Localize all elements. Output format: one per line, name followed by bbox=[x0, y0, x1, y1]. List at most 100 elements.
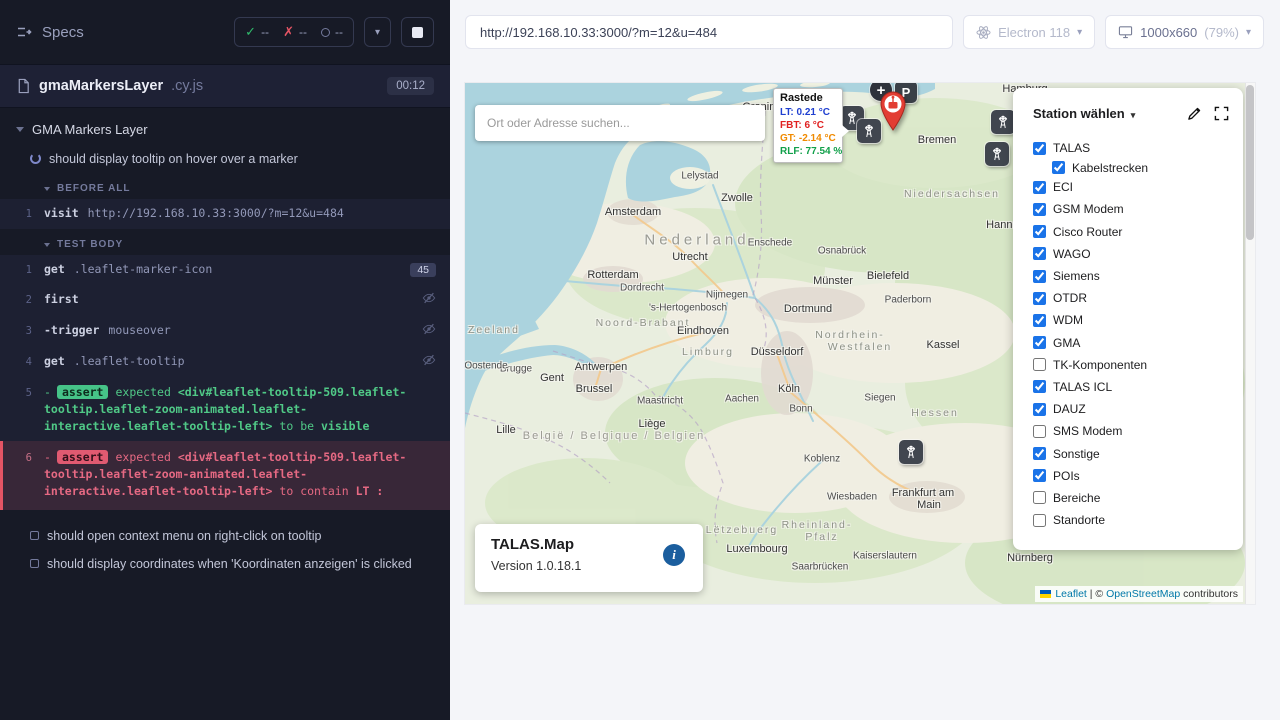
station-filter-label: GMA bbox=[1053, 336, 1080, 350]
specs-menu-icon[interactable] bbox=[16, 24, 32, 40]
station-filter-checkbox[interactable] bbox=[1033, 142, 1046, 155]
info-icon[interactable]: i bbox=[663, 544, 685, 566]
url-bar[interactable]: http://192.168.10.33:3000/?m=12&u=484 bbox=[465, 15, 953, 49]
station-filter-item[interactable]: Kabelstrecken bbox=[1052, 159, 1229, 176]
command-row[interactable]: 1 get .leaflet-marker-icon 45 bbox=[0, 255, 450, 285]
active-test-row[interactable]: should display tooltip on hover over a m… bbox=[0, 145, 450, 173]
station-filter-item[interactable]: Bereiche bbox=[1033, 487, 1229, 509]
station-filter-item[interactable]: SMS Modem bbox=[1033, 420, 1229, 442]
station-filter-checkbox[interactable] bbox=[1033, 358, 1046, 371]
station-filter-label: SMS Modem bbox=[1053, 424, 1122, 438]
about-card: TALAS.Map Version 1.0.18.1 i bbox=[475, 524, 703, 592]
test-stats[interactable]: ✓ -- ✗ -- -- bbox=[234, 17, 354, 47]
station-filter-item[interactable]: POIs bbox=[1033, 465, 1229, 487]
before-all-section[interactable]: BEFORE ALL bbox=[0, 173, 450, 199]
station-filter-label: WAGO bbox=[1053, 247, 1091, 261]
station-filter-item[interactable]: Sonstige bbox=[1033, 442, 1229, 464]
station-select-dropdown[interactable]: Station wählen▾ bbox=[1033, 106, 1135, 121]
station-filter-checkbox[interactable] bbox=[1033, 380, 1046, 393]
command-row[interactable]: 3 -trigger mouseover bbox=[0, 316, 450, 347]
command-row[interactable]: 2 first bbox=[0, 285, 450, 316]
station-marker[interactable] bbox=[991, 110, 1015, 134]
command-row[interactable]: 4 get .leaflet-tooltip bbox=[0, 347, 450, 378]
section-label: TEST BODY bbox=[57, 239, 123, 250]
command-message: .leaflet-tooltip bbox=[74, 353, 185, 370]
station-filter-checkbox[interactable] bbox=[1033, 403, 1046, 416]
specs-title[interactable]: Specs bbox=[42, 24, 84, 41]
edit-pencil-icon[interactable] bbox=[1187, 106, 1202, 121]
test-title: should open context menu on right-click … bbox=[47, 529, 321, 543]
station-filter-item[interactable]: Siemens bbox=[1033, 265, 1229, 287]
station-filter-checkbox[interactable] bbox=[1033, 270, 1046, 283]
suite-row[interactable]: GMA Markers Layer bbox=[0, 108, 450, 145]
station-filter-item[interactable]: WDM bbox=[1033, 309, 1229, 331]
fullscreen-expand-icon[interactable] bbox=[1214, 106, 1229, 121]
station-filter-checkbox[interactable] bbox=[1033, 292, 1046, 305]
osm-link[interactable]: OpenStreetMap bbox=[1106, 588, 1180, 600]
section-label: BEFORE ALL bbox=[57, 183, 131, 194]
station-filter-checkbox[interactable] bbox=[1033, 491, 1046, 504]
station-filter-item[interactable]: Cisco Router bbox=[1033, 221, 1229, 243]
station-filter-checkbox[interactable] bbox=[1033, 447, 1046, 460]
test-body-section[interactable]: TEST BODY bbox=[0, 229, 450, 255]
station-filter-item[interactable]: OTDR bbox=[1033, 287, 1229, 309]
app-title: TALAS.Map bbox=[491, 536, 687, 553]
station-filter-checkbox[interactable] bbox=[1033, 247, 1046, 260]
scrollbar-thumb[interactable] bbox=[1246, 85, 1254, 240]
chevron-down-icon: ▾ bbox=[375, 27, 380, 38]
station-filter-item[interactable]: GSM Modem bbox=[1033, 198, 1229, 220]
command-number: 1 bbox=[0, 205, 44, 223]
eye-slash-icon bbox=[422, 291, 436, 305]
station-filter-checkbox[interactable] bbox=[1033, 336, 1046, 349]
stop-run-button[interactable] bbox=[401, 17, 434, 47]
station-filter-checkbox[interactable] bbox=[1033, 514, 1046, 527]
hovered-gma-marker[interactable] bbox=[878, 91, 908, 136]
run-controls: ✓ -- ✗ -- -- ▾ bbox=[234, 17, 434, 47]
viewport-selector[interactable]: 1000x660 (79%) ▾ bbox=[1105, 15, 1264, 49]
assert-failed-row[interactable]: 6 -assertexpected <div#leaflet-tooltip-5… bbox=[0, 441, 450, 510]
pending-test-row[interactable]: should open context menu on right-click … bbox=[0, 522, 450, 550]
station-filter-item[interactable]: TALAS bbox=[1033, 137, 1229, 159]
pending-stat: -- bbox=[321, 25, 343, 39]
browser-label: Electron 118 bbox=[998, 25, 1070, 40]
station-filter-checkbox[interactable] bbox=[1033, 225, 1046, 238]
station-filter-item[interactable]: GMA bbox=[1033, 332, 1229, 354]
station-filter-label: TALAS bbox=[1053, 141, 1090, 155]
station-filter-panel: Station wählen▾ bbox=[1013, 88, 1243, 550]
station-filter-checkbox[interactable] bbox=[1033, 314, 1046, 327]
command-number: 4 bbox=[0, 353, 44, 371]
station-filter-checkbox[interactable] bbox=[1033, 425, 1046, 438]
station-filter-label: Sonstige bbox=[1053, 447, 1100, 461]
suite-title: GMA Markers Layer bbox=[32, 122, 148, 137]
preferences-dropdown-button[interactable]: ▾ bbox=[364, 17, 391, 47]
command-message: .leaflet-marker-icon bbox=[74, 261, 212, 278]
spec-file-row[interactable]: gmaMarkersLayer.cy.js 00:12 bbox=[0, 64, 450, 108]
station-marker[interactable] bbox=[899, 440, 923, 464]
cypress-sidebar: Specs ✓ -- ✗ -- -- bbox=[0, 0, 450, 720]
station-marker[interactable] bbox=[985, 142, 1009, 166]
station-filter-checkbox[interactable] bbox=[1033, 181, 1046, 194]
station-filter-item[interactable]: ECI bbox=[1033, 176, 1229, 198]
command-number: 3 bbox=[0, 322, 44, 340]
aut-panel: http://192.168.10.33:3000/?m=12&u=484 El… bbox=[450, 0, 1280, 720]
station-filter-item[interactable]: TALAS ICL bbox=[1033, 376, 1229, 398]
station-filter-item[interactable]: DAUZ bbox=[1033, 398, 1229, 420]
station-filter-checkbox[interactable] bbox=[1033, 203, 1046, 216]
passed-count: -- bbox=[261, 25, 269, 39]
station-filter-label: Bereiche bbox=[1053, 491, 1100, 505]
browser-selector[interactable]: Electron 118 ▾ bbox=[963, 15, 1095, 49]
leaflet-link[interactable]: Leaflet bbox=[1055, 588, 1087, 600]
station-filter-item[interactable]: TK-Komponenten bbox=[1033, 354, 1229, 376]
pending-test-row[interactable]: should display coordinates when 'Koordin… bbox=[0, 550, 450, 578]
search-input[interactable] bbox=[475, 105, 765, 141]
station-filter-item[interactable]: Standorte bbox=[1033, 509, 1229, 531]
station-filter-label: TK-Komponenten bbox=[1053, 358, 1147, 372]
assertion-text: -assertexpected <div#leaflet-tooltip-509… bbox=[44, 449, 436, 500]
command-row[interactable]: 1 visit http://192.168.10.33:3000/?m=12&… bbox=[0, 199, 450, 229]
assert-passed-row[interactable]: 5 -assertexpected <div#leaflet-tooltip-5… bbox=[0, 378, 450, 441]
station-filter-label: TALAS ICL bbox=[1053, 380, 1112, 394]
leaflet-map[interactable]: Leeuwarden Groningen Lelystad Zwolle Ams… bbox=[465, 83, 1255, 604]
station-filter-checkbox[interactable] bbox=[1033, 469, 1046, 482]
station-filter-item[interactable]: WAGO bbox=[1033, 243, 1229, 265]
station-filter-checkbox[interactable] bbox=[1052, 161, 1065, 174]
